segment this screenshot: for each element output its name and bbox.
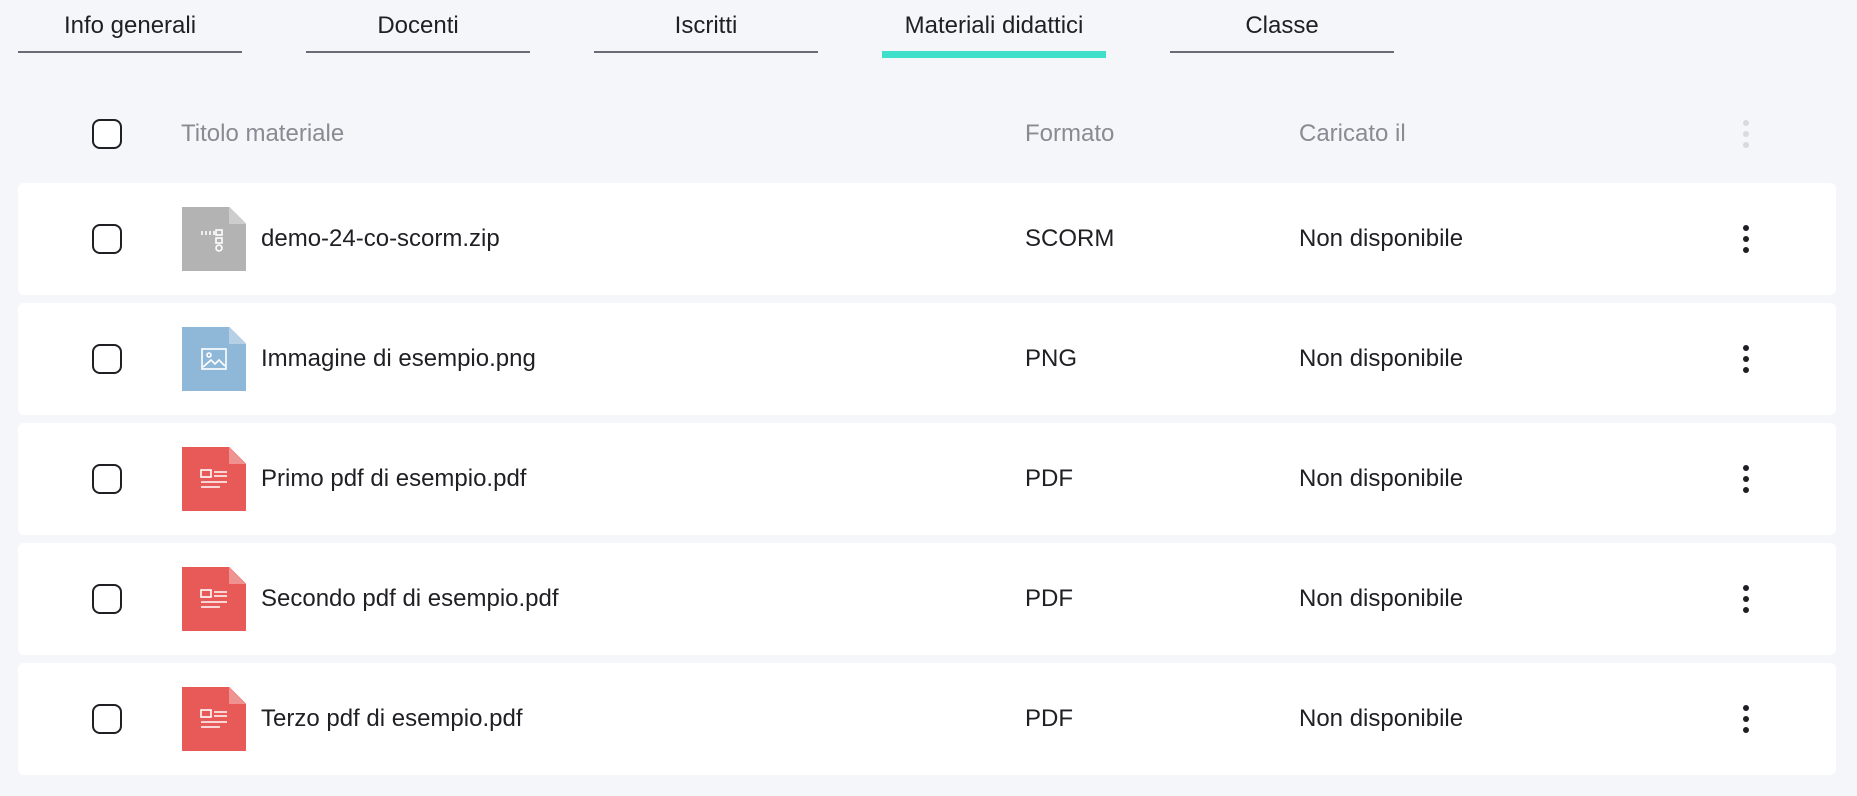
table-row: Primo pdf di esempio.pdf PDF Non disponi… [18,423,1836,535]
material-uploaded-date: Non disponibile [1299,225,1464,252]
more-options-icon[interactable] [1731,219,1761,259]
more-options-icon[interactable] [1731,339,1761,379]
tab-info-generali[interactable]: Info generali [18,0,242,53]
material-uploaded-date: Non disponibile [1299,705,1464,732]
row-checkbox[interactable] [92,704,122,734]
row-checkbox[interactable] [92,584,122,614]
column-header-uploaded: Caricato il [1299,120,1406,147]
tab-docenti[interactable]: Docenti [306,0,530,53]
material-title[interactable]: demo-24-co-scorm.zip [261,183,500,295]
table-header: Titolo materiale Formato Caricato il [18,106,1836,162]
material-uploaded-date: Non disponibile [1299,585,1464,612]
more-options-icon[interactable] [1731,459,1761,499]
material-format: PDF [1025,585,1073,612]
table-row: Immagine di esempio.png PNG Non disponib… [18,303,1836,415]
row-checkbox[interactable] [92,464,122,494]
table-row: demo-24-co-scorm.zip SCORM Non disponibi… [18,183,1836,295]
material-title[interactable]: Immagine di esempio.png [261,303,536,415]
tab-materiali-didattici[interactable]: Materiali didattici [882,0,1106,58]
pdf-file-icon [182,567,246,631]
tab-classe[interactable]: Classe [1170,0,1394,53]
material-title[interactable]: Terzo pdf di esempio.pdf [261,663,522,775]
tab-iscritti[interactable]: Iscritti [594,0,818,53]
material-uploaded-date: Non disponibile [1299,465,1464,492]
materials-list: demo-24-co-scorm.zip SCORM Non disponibi… [18,183,1836,783]
zip-file-icon [182,207,246,271]
pdf-file-icon [182,447,246,511]
material-format: PDF [1025,465,1073,492]
material-format: PDF [1025,705,1073,732]
select-all-checkbox[interactable] [92,119,122,149]
more-options-icon[interactable] [1731,579,1761,619]
table-row: Terzo pdf di esempio.pdf PDF Non disponi… [18,663,1836,775]
material-title[interactable]: Primo pdf di esempio.pdf [261,423,526,535]
material-format: PNG [1025,345,1078,372]
material-title[interactable]: Secondo pdf di esempio.pdf [261,543,559,655]
material-uploaded-date: Non disponibile [1299,345,1464,372]
row-checkbox[interactable] [92,224,122,254]
pdf-file-icon [182,687,246,751]
table-row: Secondo pdf di esempio.pdf PDF Non dispo… [18,543,1836,655]
column-header-format: Formato [1025,120,1115,147]
column-header-title: Titolo materiale [181,120,345,147]
material-format: SCORM [1025,225,1115,252]
header-more-options-icon[interactable] [1731,114,1761,154]
more-options-icon[interactable] [1731,699,1761,739]
tab-bar: Info generali Docenti Iscritti Materiali… [0,0,1857,60]
row-checkbox[interactable] [92,344,122,374]
image-file-icon [182,327,246,391]
